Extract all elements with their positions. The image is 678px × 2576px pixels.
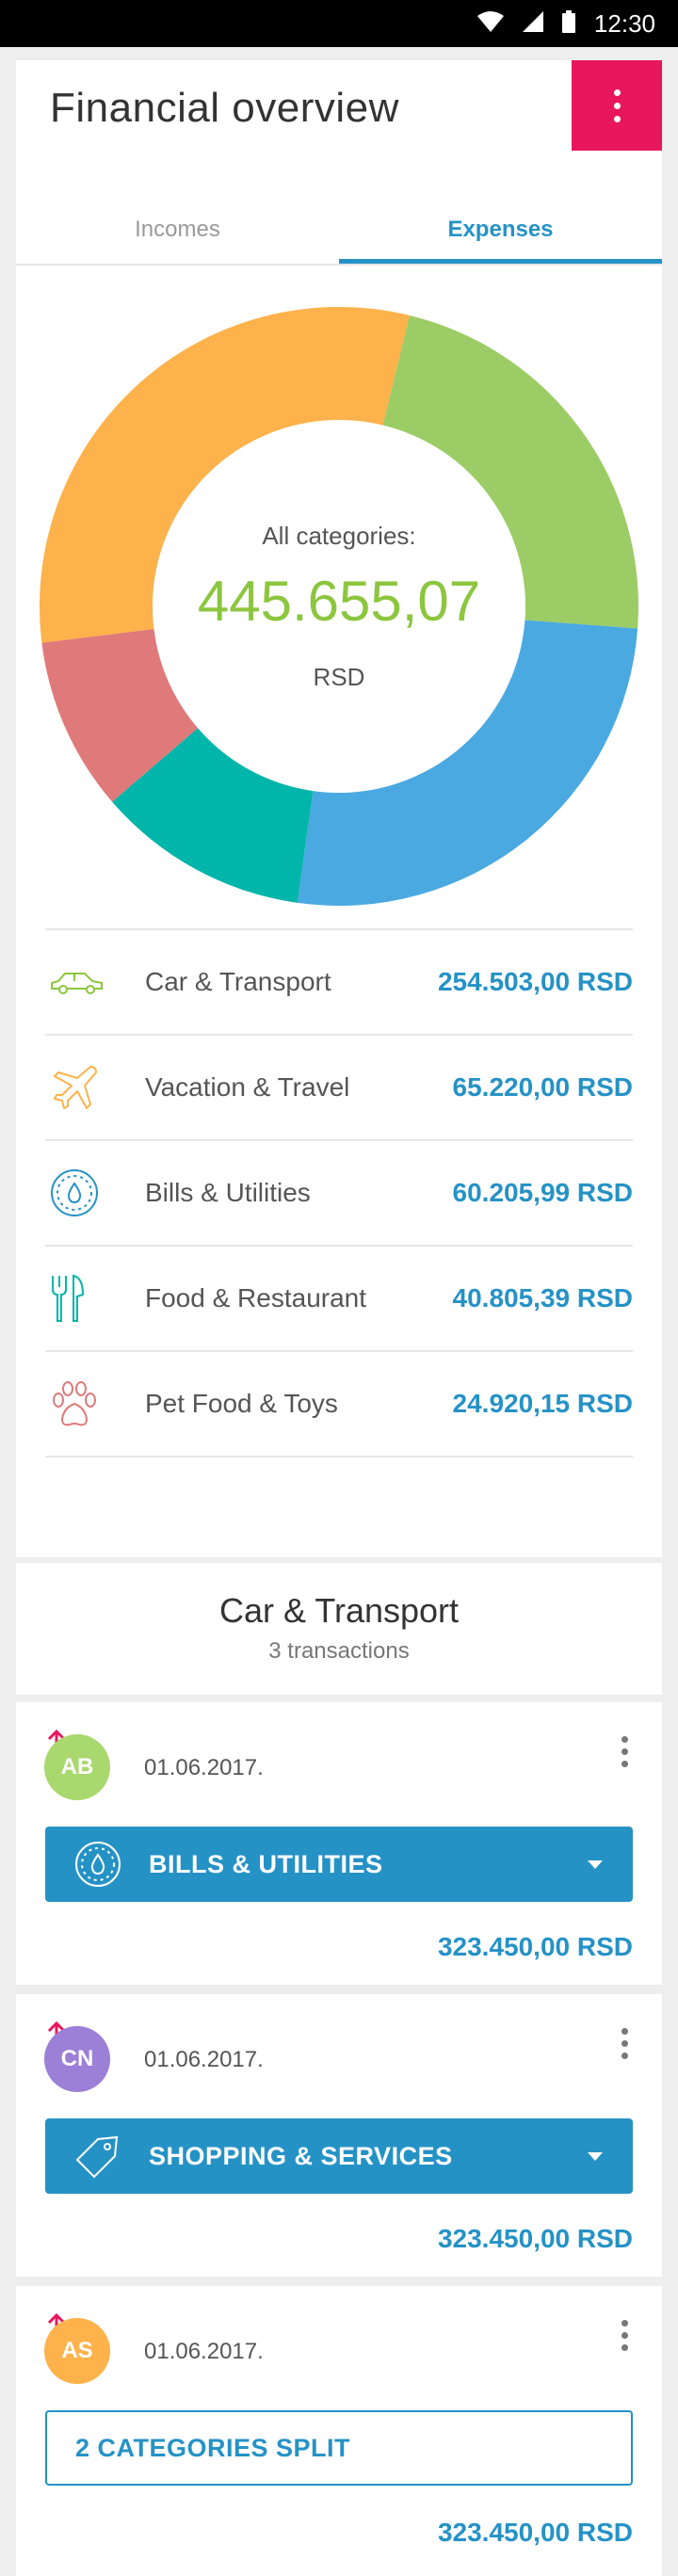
tab-expenses[interactable]: Expenses xyxy=(339,203,662,264)
section-title: Car & Transport xyxy=(218,1591,460,1630)
water-meter-icon xyxy=(45,1167,113,1218)
transaction-amount: 323.450,00 RSD xyxy=(437,2518,633,2547)
category-list: Car & Transport 254.503,00 RSD Vacation … xyxy=(45,928,633,1457)
category-amount: 24.920,15 RSD xyxy=(452,1389,633,1418)
category-amount: 40.805,39 RSD xyxy=(452,1283,633,1312)
transaction-more-button[interactable] xyxy=(615,2028,634,2059)
chevron-down-icon xyxy=(588,1860,603,1869)
transaction-more-button[interactable] xyxy=(615,2320,634,2351)
more-vertical-icon xyxy=(613,89,621,122)
transaction-date: 01.06.2017. xyxy=(144,2339,264,2364)
category-split-label: 2 CATEGORIES SPLIT xyxy=(75,2433,351,2462)
avatar: CN xyxy=(44,2026,110,2092)
category-amount: 60.205,99 RSD xyxy=(452,1178,633,1207)
status-time: 12:30 xyxy=(593,8,655,38)
signal-icon xyxy=(522,10,543,37)
transaction-date: 01.06.2017. xyxy=(144,2047,264,2072)
category-amount: 65.220,00 RSD xyxy=(452,1072,633,1102)
transactions-section-header: Car & Transport 3 transactions xyxy=(16,1563,662,1695)
category-name: Food & Restaurant xyxy=(145,1283,367,1312)
water-meter-icon xyxy=(75,1842,121,1887)
category-name: Vacation & Travel xyxy=(145,1072,350,1102)
category-name: Car & Transport xyxy=(145,967,331,996)
transaction-card: AB 01.06.2017. BILLS & UTILITIES 323.450… xyxy=(16,1702,662,1985)
paw-icon xyxy=(45,1379,113,1428)
chevron-down-icon xyxy=(588,2151,603,2161)
avatar: AS xyxy=(44,2318,110,2384)
category-select[interactable]: SHOPPING & SERVICES xyxy=(45,2118,633,2194)
tab-incomes[interactable]: Incomes xyxy=(16,203,339,264)
transaction-amount: 323.450,00 RSD xyxy=(437,2224,633,2253)
donut-center-label: All categories: xyxy=(262,522,416,550)
page-title: Financial overview xyxy=(50,85,399,131)
transaction-card: AS 01.06.2017. 2 CATEGORIES SPLIT 323.45… xyxy=(16,2286,662,2576)
transaction-date: 01.06.2017. xyxy=(144,1755,264,1780)
section-subtitle: 3 transactions xyxy=(268,1638,410,1664)
category-row-vacation-travel[interactable]: Vacation & Travel 65.220,00 RSD xyxy=(45,1036,633,1141)
category-amount: 254.503,00 RSD xyxy=(437,967,633,996)
car-icon xyxy=(45,968,113,996)
category-row-pet-food-toys[interactable]: Pet Food & Toys 24.920,15 RSD xyxy=(45,1352,633,1457)
fork-knife-icon xyxy=(45,1272,113,1325)
transaction-card: CN 01.06.2017. SHOPPING & SERVICES 323.4… xyxy=(16,1994,662,2277)
category-name: Pet Food & Toys xyxy=(145,1389,338,1418)
airplane-icon xyxy=(45,1061,113,1114)
category-split-button[interactable]: 2 CATEGORIES SPLIT xyxy=(45,2410,633,2486)
category-select-label: BILLS & UTILITIES xyxy=(149,1849,383,1878)
category-row-food-restaurant[interactable]: Food & Restaurant 40.805,39 RSD xyxy=(45,1247,633,1352)
avatar: AB xyxy=(44,1734,110,1800)
battery-icon xyxy=(561,9,575,38)
category-row-bills-utilities[interactable]: Bills & Utilities 60.205,99 RSD xyxy=(45,1141,633,1247)
status-bar: 12:30 xyxy=(0,0,678,47)
category-select[interactable]: BILLS & UTILITIES xyxy=(45,1827,633,1902)
transaction-amount: 323.450,00 RSD xyxy=(437,1932,633,1961)
category-row-car-transport[interactable]: Car & Transport 254.503,00 RSD xyxy=(45,930,633,1036)
tag-icon xyxy=(75,2135,119,2179)
tab-bar: Incomes Expenses xyxy=(16,203,662,266)
overview-card: Financial overview Incomes Expenses All … xyxy=(16,60,662,1557)
donut-center-currency: RSD xyxy=(313,663,365,691)
overflow-menu-button[interactable] xyxy=(572,60,662,151)
category-name: Bills & Utilities xyxy=(145,1178,311,1207)
wifi-icon xyxy=(476,10,504,37)
donut-center-total: 445.655,07 xyxy=(197,570,481,633)
transaction-more-button[interactable] xyxy=(615,1736,634,1767)
category-select-label: SHOPPING & SERVICES xyxy=(149,2141,453,2170)
